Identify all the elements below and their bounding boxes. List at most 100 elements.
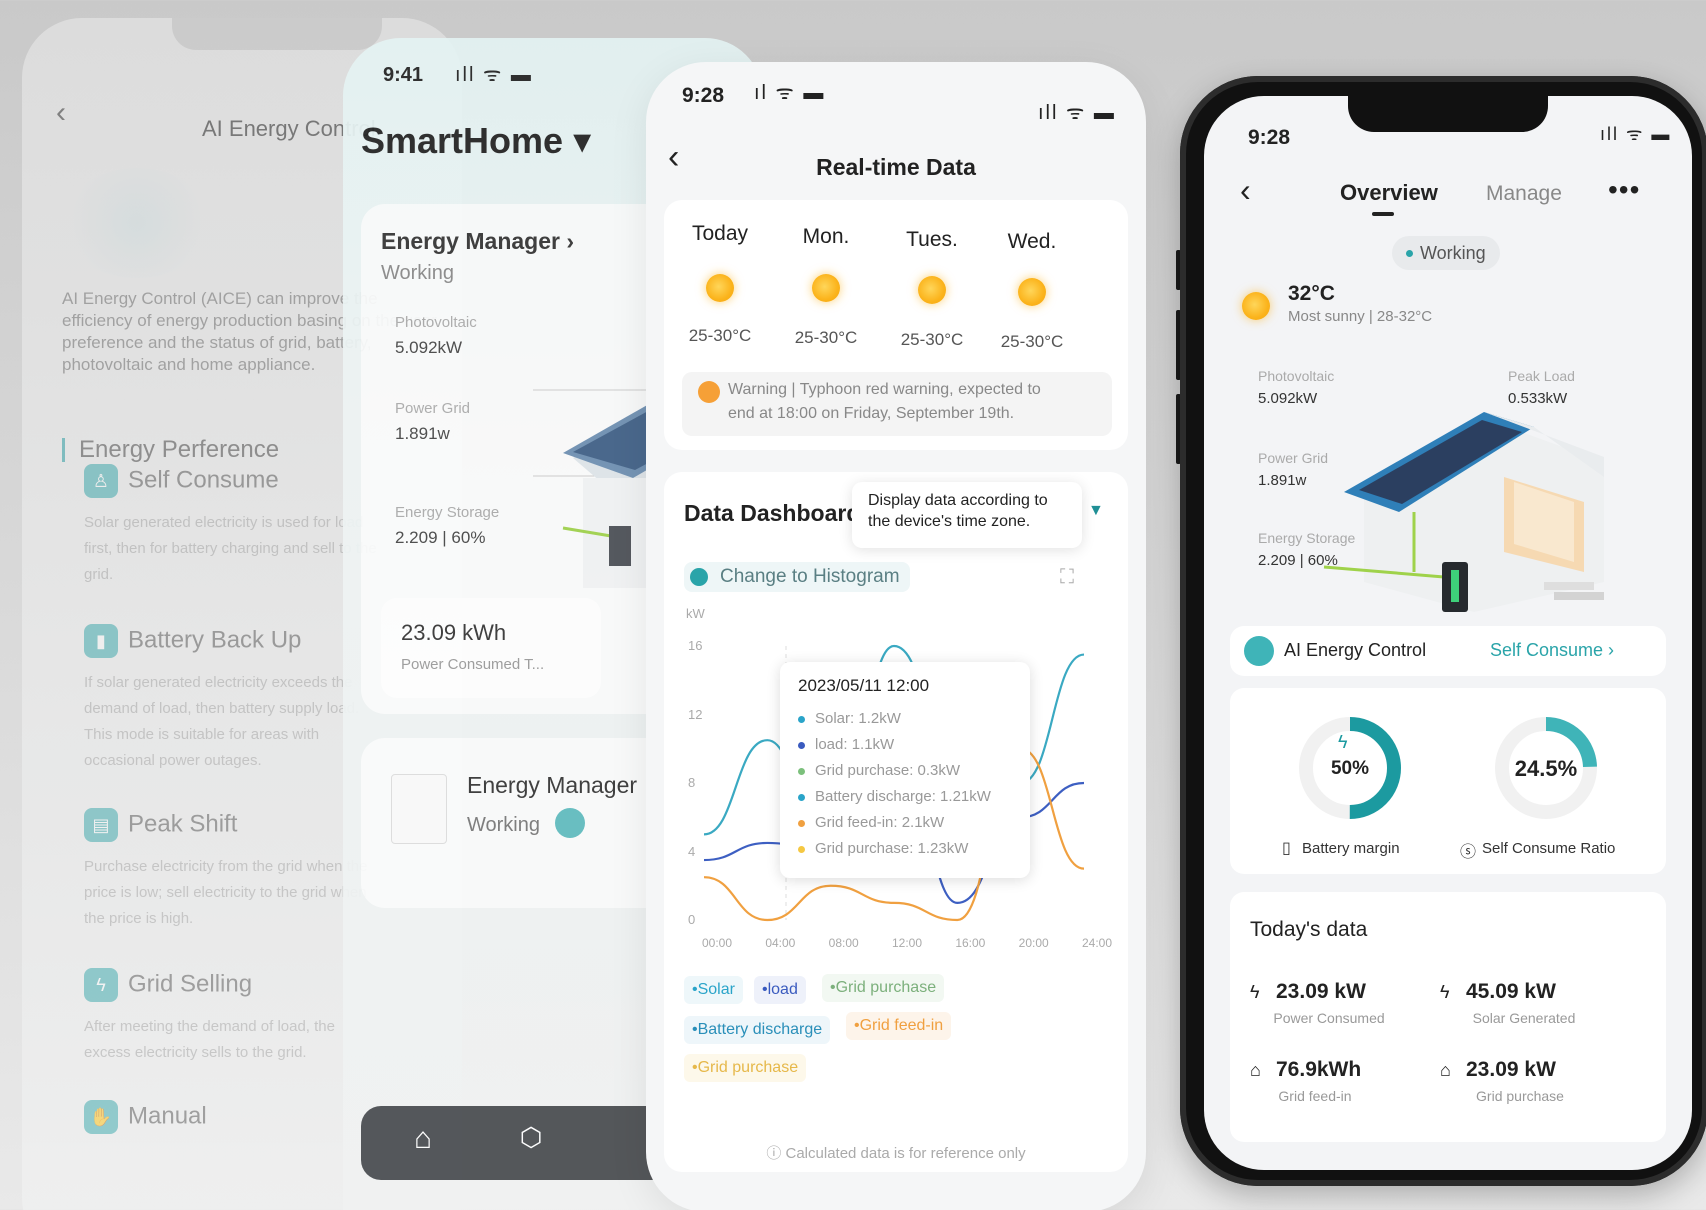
peak-load-label: Peak Load xyxy=(1508,368,1575,384)
signal-wifi-battery-icon: ıll ᯤ ▬ xyxy=(1038,102,1116,124)
home-tab-icon[interactable]: ⌂ xyxy=(405,1122,441,1158)
tooltip-row: Solar: 1.2kW xyxy=(798,710,901,727)
energy-manager-link[interactable]: Energy Manager › xyxy=(381,228,574,255)
power-grid-value: 1.891w xyxy=(395,424,450,443)
more-icon[interactable]: ••• xyxy=(1608,174,1640,206)
tooltip-row-text: Battery discharge: 1.21kW xyxy=(815,788,991,805)
status-time: 9:28 xyxy=(1248,126,1291,149)
power-grid-value: 1.891w xyxy=(1258,472,1307,489)
section-title: Energy Perference xyxy=(62,438,279,462)
solar-generated-label: Solar Generated xyxy=(1472,1010,1576,1026)
tab-overview[interactable]: Overview xyxy=(1340,180,1438,206)
legend-item[interactable]: •Solar xyxy=(684,976,743,1004)
battery-margin-value: 50% xyxy=(1330,758,1370,779)
x-tick-label: 24:00 xyxy=(1082,936,1113,950)
consumption-card[interactable] xyxy=(381,598,601,698)
status-dot-icon xyxy=(1406,250,1413,257)
phone-notch xyxy=(1348,96,1548,132)
legend-item[interactable]: •Grid purchase xyxy=(684,1054,807,1082)
phone-notch xyxy=(172,18,382,50)
tooltip-row-text: Solar: 1.2kW xyxy=(815,710,901,727)
x-tick-label: 16:00 xyxy=(955,936,986,950)
mode-manual[interactable]: ✋ Manual xyxy=(84,1100,207,1134)
photovoltaic-label: Photovoltaic xyxy=(1258,368,1335,384)
legend-item[interactable]: •load xyxy=(754,976,806,1004)
x-tick-label: 08:00 xyxy=(828,936,859,950)
device-name: Energy Manager xyxy=(467,772,638,798)
self-consume-icon: ♙ xyxy=(84,464,118,498)
status-time: 9:28 xyxy=(682,84,725,107)
caret-down-icon[interactable]: ▼ xyxy=(1088,502,1104,520)
series-dot-icon xyxy=(798,715,805,723)
legend-item[interactable]: •Grid purchase xyxy=(822,974,945,1002)
tooltip-row-text: Grid purchase: 0.3kW xyxy=(815,762,961,779)
sunny-icon xyxy=(918,276,946,304)
change-to-histogram-button[interactable]: Change to Histogram xyxy=(684,562,910,592)
x-tick-label: 20:00 xyxy=(1018,936,1049,950)
legend-item[interactable]: •Grid feed-in xyxy=(846,1012,952,1040)
forecast-temp: 25-30°C xyxy=(1000,332,1064,351)
back-chevron-icon[interactable]: ‹ xyxy=(56,96,66,130)
tab-manage[interactable]: Manage xyxy=(1486,182,1562,206)
solar-generated-value: 45.09 kW xyxy=(1466,980,1556,1003)
ai-energy-icon xyxy=(555,808,585,838)
grid-selling-icon: ϟ xyxy=(84,968,118,1002)
power-grid-label: Power Grid xyxy=(395,400,471,417)
y-tick-label: 0 xyxy=(688,912,696,927)
expand-icon[interactable]: ⛶ xyxy=(1060,566,1074,589)
device-image xyxy=(391,774,447,844)
legend-item[interactable]: •Battery discharge xyxy=(684,1016,831,1044)
dashboard-title: Data Dashboard xyxy=(684,500,861,526)
forecast-day: Mon. xyxy=(802,225,850,248)
forecast-temp: 25-30°C xyxy=(794,328,858,347)
consumed-value: 23.09 kWh xyxy=(401,620,507,645)
mode-peak-shift[interactable]: ▤ Peak Shift xyxy=(84,808,237,842)
mode-battery-backup[interactable]: ▮ Battery Back Up xyxy=(84,624,301,658)
grid-feed-in-label: Grid feed-in xyxy=(1278,1088,1352,1104)
house-energy-illustration xyxy=(1323,412,1604,612)
mode-grid-selling[interactable]: ϟ Grid Selling xyxy=(84,968,252,1002)
ai-energy-icon xyxy=(1244,636,1274,666)
ratio-icon: ⓢ xyxy=(1460,844,1477,861)
home-selector[interactable]: SmartHome ▾ xyxy=(361,120,591,162)
mode-description: Purchase electricity from the grid when … xyxy=(84,858,368,927)
mode-description: If solar generated electricity exceeds t… xyxy=(84,674,360,769)
battery-icon: ▯ xyxy=(1282,840,1291,857)
series-dot-icon xyxy=(798,819,805,827)
ai-mode-link[interactable]: Self Consume › xyxy=(1490,640,1614,661)
tooltip-row: Grid purchase: 1.23kW xyxy=(798,840,968,857)
signal-wifi-battery-icon: ıll ᯤ ▬ xyxy=(1600,124,1672,144)
y-axis-unit: kW xyxy=(686,606,705,621)
power-consumed-icon: ϟ xyxy=(1250,982,1260,1002)
sunny-icon xyxy=(1018,278,1046,306)
grid-purchase-value: 23.09 kW xyxy=(1466,1058,1556,1081)
signal-wifi-battery-icon: ıll ᯤ ▬ xyxy=(455,64,533,86)
photovoltaic-value: 5.092kW xyxy=(1258,390,1318,407)
power-grid-label: Power Grid xyxy=(1258,450,1329,466)
series-dot-icon xyxy=(798,741,805,749)
ai-energy-control-title: AI Energy Control xyxy=(1284,640,1427,660)
mode-self-consume[interactable]: ♙ Self Consume xyxy=(84,464,279,498)
energy-storage-label: Energy Storage xyxy=(1258,530,1356,546)
forecast-day: Wed. xyxy=(1007,230,1057,253)
ai-illustration-icon xyxy=(62,168,212,278)
ai-tab-icon[interactable]: ⬡ xyxy=(513,1122,549,1158)
battery-margin-label: Battery margin xyxy=(1302,840,1400,857)
mode-description: After meeting the demand of load, the ex… xyxy=(84,1018,335,1061)
energy-manager-status: Working xyxy=(381,262,454,284)
grid-purchase-label: Grid purchase xyxy=(1476,1088,1564,1104)
photovoltaic-label: Photovoltaic xyxy=(395,314,477,331)
forecast-temp: 25-30°C xyxy=(688,326,752,345)
tooltip-row: Battery discharge: 1.21kW xyxy=(798,788,991,805)
back-chevron-icon[interactable]: ‹ xyxy=(1240,172,1251,209)
signal-wifi-battery-icon: ıl ᯤ ▬ xyxy=(754,82,826,104)
manual-icon: ✋ xyxy=(84,1100,118,1134)
forecast-day: Today xyxy=(691,222,749,245)
temperature: 32°C xyxy=(1288,282,1335,305)
device-status: Working xyxy=(467,814,540,836)
peak-load-value: 0.533kW xyxy=(1508,390,1568,407)
tooltip-row: load: 1.1kW xyxy=(798,736,894,753)
todays-data-title: Today's data xyxy=(1250,918,1368,941)
consumed-label: Power Consumed T... xyxy=(401,656,545,673)
forecast-temp: 25-30°C xyxy=(900,330,964,349)
